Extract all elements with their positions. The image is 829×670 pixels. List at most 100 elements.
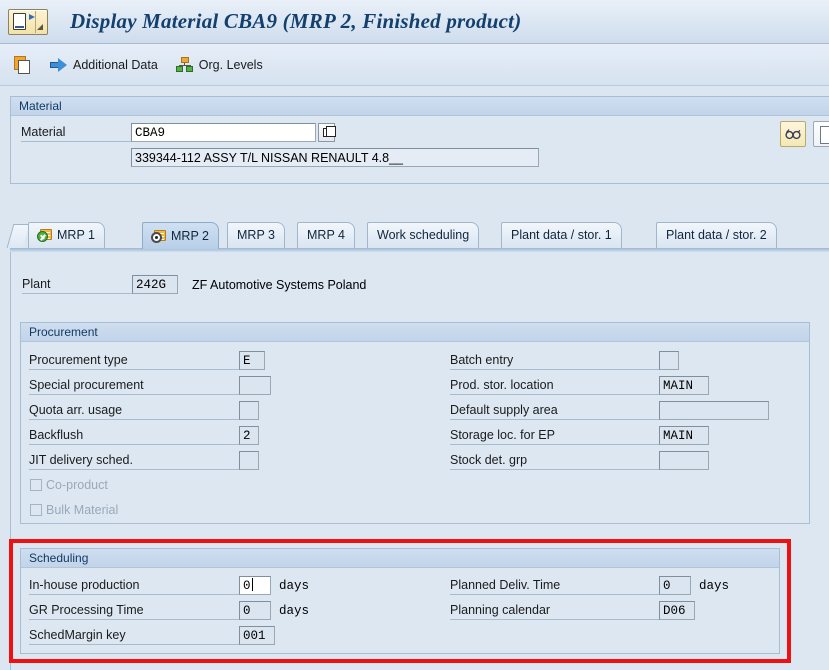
procurement-type-input[interactable]: E xyxy=(239,351,265,370)
plant-label: Plant xyxy=(22,276,132,294)
jit-delivery-sched-label: JIT delivery sched. xyxy=(29,452,239,470)
schedmargin-key-input[interactable]: 001 xyxy=(239,626,275,645)
tab-mrp-2[interactable]: MRP 2 xyxy=(142,222,219,249)
application-toolbar: Additional Data Org. Levels xyxy=(0,44,829,86)
field-procurement-type: Procurement type E xyxy=(29,351,265,370)
org-levels-tree-icon xyxy=(175,56,194,73)
field-backflush: Backflush 2 xyxy=(29,426,259,445)
material-description-row: 339344-112 ASSY T/L NISSAN RENAULT 4.8__ xyxy=(131,148,539,167)
document-with-flag-icon xyxy=(13,13,26,30)
tab-plant-data-stor-1-label: Plant data / stor. 1 xyxy=(511,228,612,242)
material-label: Material xyxy=(21,124,131,142)
co-product-checkbox-box xyxy=(30,479,42,491)
tab-mrp-1[interactable]: MRP 1 xyxy=(28,222,105,248)
bulk-material-label: Bulk Material xyxy=(46,503,119,517)
bulk-material-checkbox-box xyxy=(30,504,42,516)
toolbar-org-levels-button[interactable]: Org. Levels xyxy=(175,56,263,73)
tab-plant-data-stor-2-label: Plant data / stor. 2 xyxy=(666,228,767,242)
field-quota-arr-usage: Quota arr. usage xyxy=(29,401,259,420)
tab-plant-data-stor-1[interactable]: Plant data / stor. 1 xyxy=(501,222,622,248)
stock-det-grp-label: Stock det. grp xyxy=(450,452,659,470)
toolbar-additional-data-button[interactable]: Additional Data xyxy=(50,57,158,73)
mrp-current-dot-icon xyxy=(151,229,167,243)
scheduling-group: Scheduling In-house production 0 days GR… xyxy=(20,548,780,654)
tab-mrp-4-label: MRP 4 xyxy=(307,228,345,242)
gr-processing-time-label: GR Processing Time xyxy=(29,602,239,620)
toolbar-copy-button[interactable] xyxy=(14,55,32,74)
special-procurement-input[interactable] xyxy=(239,376,271,395)
system-menu-button[interactable] xyxy=(8,8,48,35)
glasses-icon xyxy=(785,129,801,140)
planned-deliv-time-input[interactable]: 0 xyxy=(659,576,691,595)
tab-plant-data-stor-2[interactable]: Plant data / stor. 2 xyxy=(656,222,777,248)
material-row: Material CBA9 xyxy=(21,123,336,142)
in-house-production-label: In-house production xyxy=(29,577,239,595)
chevron-down-icon xyxy=(37,23,43,30)
procurement-group-title: Procurement xyxy=(21,323,809,342)
field-batch-entry: Batch entry xyxy=(450,351,679,370)
stock-det-grp-input[interactable] xyxy=(659,451,709,470)
page-icon-button[interactable] xyxy=(813,121,829,147)
co-product-label: Co-product xyxy=(46,478,108,492)
text-cursor xyxy=(251,578,253,591)
material-description-input[interactable]: 339344-112 ASSY T/L NISSAN RENAULT 4.8__ xyxy=(131,148,539,167)
checkbox-co-product[interactable]: Co-product xyxy=(30,478,108,492)
quota-arr-usage-label: Quota arr. usage xyxy=(29,402,239,420)
field-schedmargin-key: SchedMargin key 001 xyxy=(29,626,275,645)
tab-mrp-1-label: MRP 1 xyxy=(57,228,95,242)
field-gr-processing-time: GR Processing Time 0 days xyxy=(29,601,309,620)
value-help-icon[interactable] xyxy=(318,123,336,142)
page-title: Display Material CBA9 (MRP 2, Finished p… xyxy=(70,9,522,33)
tab-mrp-3[interactable]: MRP 3 xyxy=(227,222,285,248)
field-prod-stor-location: Prod. stor. location MAIN xyxy=(450,376,709,395)
storage-loc-for-ep-label: Storage loc. for EP xyxy=(450,427,659,445)
batch-entry-label: Batch entry xyxy=(450,352,659,370)
checkbox-bulk-material[interactable]: Bulk Material xyxy=(30,503,118,517)
planned-deliv-time-unit: days xyxy=(699,578,730,593)
procurement-type-label: Procurement type xyxy=(29,352,239,370)
default-supply-area-label: Default supply area xyxy=(450,402,659,420)
sap-window: Display Material CBA9 (MRP 2, Finished p… xyxy=(0,0,829,670)
batch-entry-input[interactable] xyxy=(659,351,679,370)
tab-strip-left-edge xyxy=(6,224,30,248)
title-bar: Display Material CBA9 (MRP 2, Finished p… xyxy=(0,0,829,44)
gr-processing-time-unit: days xyxy=(279,603,310,618)
tab-strip: MRP 1 MRP 2 MRP 3 MRP 4 Work scheduling … xyxy=(6,222,829,250)
backflush-label: Backflush xyxy=(29,427,239,445)
mrp-green-check-icon xyxy=(37,229,53,242)
toolbar-additional-data-label: Additional Data xyxy=(73,57,158,72)
in-house-production-input[interactable]: 0 xyxy=(239,576,271,595)
field-jit-delivery-sched: JIT delivery sched. xyxy=(29,451,259,470)
planning-calendar-input[interactable]: D06 xyxy=(659,601,695,620)
field-storage-loc-for-ep: Storage loc. for EP MAIN xyxy=(450,426,709,445)
field-special-procurement: Special procurement xyxy=(29,376,271,395)
field-planning-calendar: Planning calendar D06 xyxy=(450,601,695,620)
procurement-group: Procurement Procurement type E Special p… xyxy=(20,322,810,524)
material-input[interactable]: CBA9 xyxy=(131,123,316,142)
glasses-icon-button[interactable] xyxy=(780,121,806,147)
prod-stor-location-label: Prod. stor. location xyxy=(450,377,659,395)
scheduling-group-title: Scheduling xyxy=(21,549,779,568)
quota-arr-usage-input[interactable] xyxy=(239,401,259,420)
storage-loc-for-ep-input[interactable]: MAIN xyxy=(659,426,709,445)
plant-description: ZF Automotive Systems Poland xyxy=(192,277,367,292)
backflush-input[interactable]: 2 xyxy=(239,426,259,445)
prod-stor-location-input[interactable]: MAIN xyxy=(659,376,709,395)
field-default-supply-area: Default supply area xyxy=(450,401,769,420)
planning-calendar-label: Planning calendar xyxy=(450,602,659,620)
special-procurement-label: Special procurement xyxy=(29,377,239,395)
plant-row: Plant 242G ZF Automotive Systems Poland xyxy=(22,275,366,294)
schedmargin-key-label: SchedMargin key xyxy=(29,627,239,645)
copy-document-icon xyxy=(14,55,32,74)
field-planned-deliv-time: Planned Deliv. Time 0 days xyxy=(450,576,729,595)
plant-input[interactable]: 242G xyxy=(132,275,178,294)
blue-arrow-right-icon xyxy=(50,57,68,73)
tab-mrp-4[interactable]: MRP 4 xyxy=(297,222,355,248)
gr-processing-time-input[interactable]: 0 xyxy=(239,601,271,620)
in-house-production-unit: days xyxy=(279,578,310,593)
toolbar-org-levels-label: Org. Levels xyxy=(198,57,263,72)
default-supply-area-input[interactable] xyxy=(659,401,769,420)
tab-work-scheduling-label: Work scheduling xyxy=(377,228,470,242)
jit-delivery-sched-input[interactable] xyxy=(239,451,259,470)
tab-work-scheduling[interactable]: Work scheduling xyxy=(367,222,480,248)
